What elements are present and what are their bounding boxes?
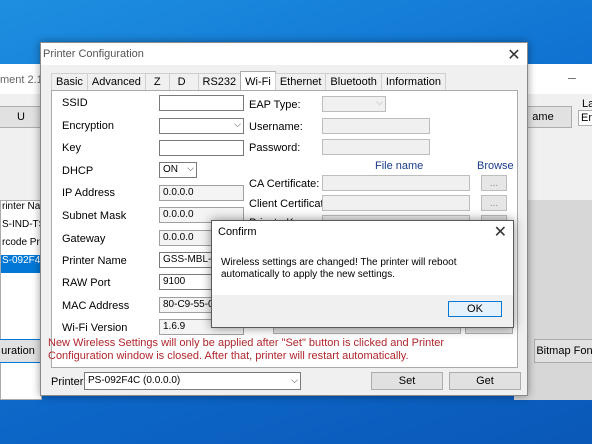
- tab-z[interactable]: Z: [144, 73, 170, 91]
- ssid-label: SSID: [62, 97, 88, 109]
- tab-d[interactable]: D: [168, 73, 199, 91]
- confirm-body: Wireless settings are changed! The print…: [212, 243, 513, 295]
- password-input[interactable]: [322, 139, 430, 155]
- client-certificate-browse-button[interactable]: ...: [481, 195, 507, 211]
- chevron-down-icon: ⌵: [187, 163, 194, 173]
- printer-select[interactable]: PS-092F4C (0.0.0.0) ⌵: [84, 372, 301, 390]
- dhcp-label: DHCP: [62, 165, 94, 177]
- ip-address-field[interactable]: 0.0.0.0: [159, 185, 244, 201]
- ip-address-label: IP Address: [62, 187, 115, 199]
- printer-name-label: Printer Name: [62, 255, 127, 267]
- password-label: Password:: [249, 142, 301, 154]
- ssid-input[interactable]: [159, 95, 244, 111]
- eap-type-label: EAP Type:: [249, 99, 301, 111]
- chevron-down-icon: ⌵: [291, 375, 298, 385]
- gateway-label: Gateway: [62, 233, 106, 245]
- username-label: Username:: [249, 121, 303, 133]
- subnet-mask-label: Subnet Mask: [62, 210, 127, 222]
- confirm-dialog: Confirm ✕ Wireless settings are changed!…: [211, 220, 514, 328]
- list-item[interactable]: S-IND-TST: [1, 219, 41, 237]
- tab-bluetooth[interactable]: Bluetooth: [325, 73, 382, 91]
- client-certificate-field[interactable]: [322, 195, 470, 211]
- chevron-down-icon: ⌵: [376, 97, 383, 107]
- get-button[interactable]: Get: [449, 372, 521, 390]
- tab-ethernet[interactable]: Ethernet: [274, 73, 327, 91]
- minimize-icon[interactable]: –: [568, 69, 576, 85]
- set-button[interactable]: Set: [371, 372, 443, 390]
- list-item[interactable]: S-092F4C: [1, 255, 41, 273]
- tab-wifi[interactable]: Wi-Fi: [240, 71, 276, 91]
- ca-certificate-label: CA Certificate:: [249, 178, 320, 190]
- browse-header: Browse: [477, 160, 514, 172]
- background-printer-list[interactable]: rinter Nam S-IND-TST rcode Print S-092F4…: [0, 200, 42, 400]
- background-label-la: La: [582, 98, 592, 110]
- background-bitmap-font-button[interactable]: Bitmap Font: [534, 339, 592, 363]
- username-input[interactable]: [322, 118, 430, 134]
- dhcp-select[interactable]: ON ⌵: [159, 162, 197, 178]
- encryption-select[interactable]: ⌵: [159, 118, 244, 134]
- encryption-label: Encryption: [62, 120, 114, 132]
- dialog-title: Printer Configuration: [43, 48, 144, 60]
- key-input[interactable]: [159, 140, 244, 156]
- close-icon[interactable]: ✕: [507, 45, 521, 65]
- tab-basic[interactable]: Basic: [51, 73, 88, 91]
- ca-certificate-field[interactable]: [322, 175, 470, 191]
- list-item[interactable]: rcode Print: [1, 237, 41, 255]
- ca-certificate-browse-button[interactable]: ...: [481, 175, 507, 191]
- file-name-header: File name: [375, 160, 424, 172]
- tab-bar: Basic Advanced Z D RS232 Wi-Fi Ethernet …: [51, 71, 446, 91]
- client-certificate-label: Client Certificate:: [249, 198, 333, 210]
- confirm-titlebar: Confirm ✕: [212, 221, 513, 243]
- mac-address-label: MAC Address: [62, 300, 130, 312]
- background-language-field[interactable]: En: [578, 110, 592, 126]
- key-label: Key: [62, 142, 81, 154]
- confirm-message: Wireless settings are changed! The print…: [221, 257, 457, 280]
- background-left-button[interactable]: U: [0, 106, 42, 128]
- chevron-down-icon: ⌵: [234, 119, 241, 129]
- dialog-titlebar: Printer Configuration ✕: [41, 43, 527, 65]
- confirm-title: Confirm: [218, 226, 257, 238]
- ok-button[interactable]: OK: [448, 301, 502, 317]
- printer-label: Printer: [51, 376, 84, 388]
- tab-rs232[interactable]: RS232: [197, 73, 242, 91]
- close-icon[interactable]: ✕: [494, 222, 507, 242]
- background-configuration-button[interactable]: uration: [0, 339, 42, 363]
- wifi-version-label: Wi-Fi Version: [62, 322, 128, 334]
- list-item[interactable]: rinter Nam: [1, 201, 41, 219]
- eap-type-select[interactable]: ⌵: [322, 96, 386, 112]
- tab-advanced[interactable]: Advanced: [86, 73, 146, 91]
- tab-information[interactable]: Information: [380, 73, 446, 91]
- raw-port-label: RAW Port: [62, 277, 111, 289]
- wireless-settings-note: New Wireless Settings will only be appli…: [48, 337, 445, 362]
